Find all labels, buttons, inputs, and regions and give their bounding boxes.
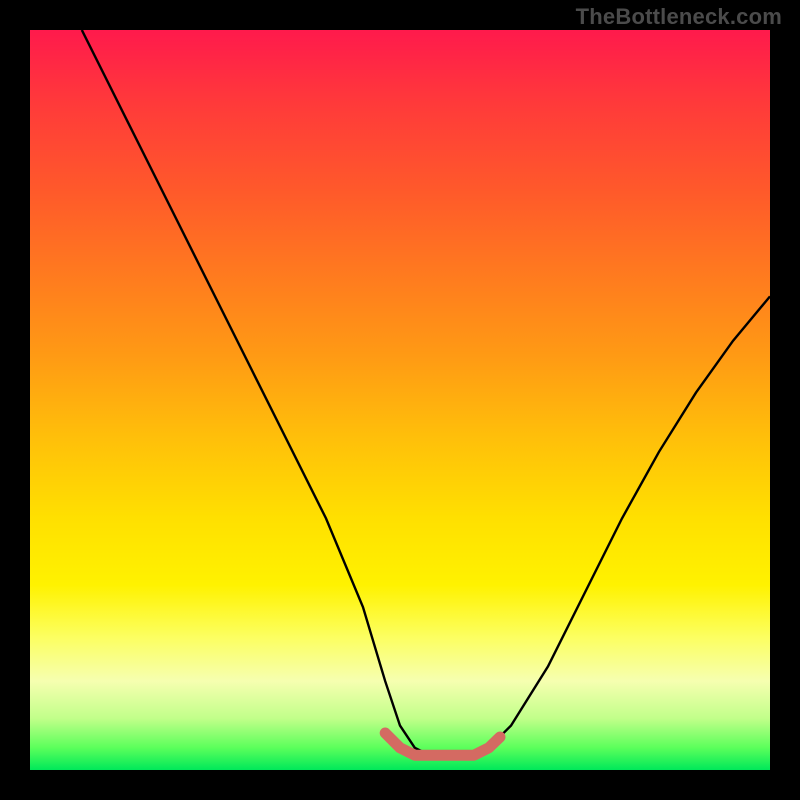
watermark-text: TheBottleneck.com [576, 4, 782, 30]
valley-highlight-path [385, 733, 500, 755]
curve-layer [30, 30, 770, 770]
chart-frame: TheBottleneck.com [0, 0, 800, 800]
plot-area [30, 30, 770, 770]
bottleneck-curve-path [82, 30, 770, 755]
